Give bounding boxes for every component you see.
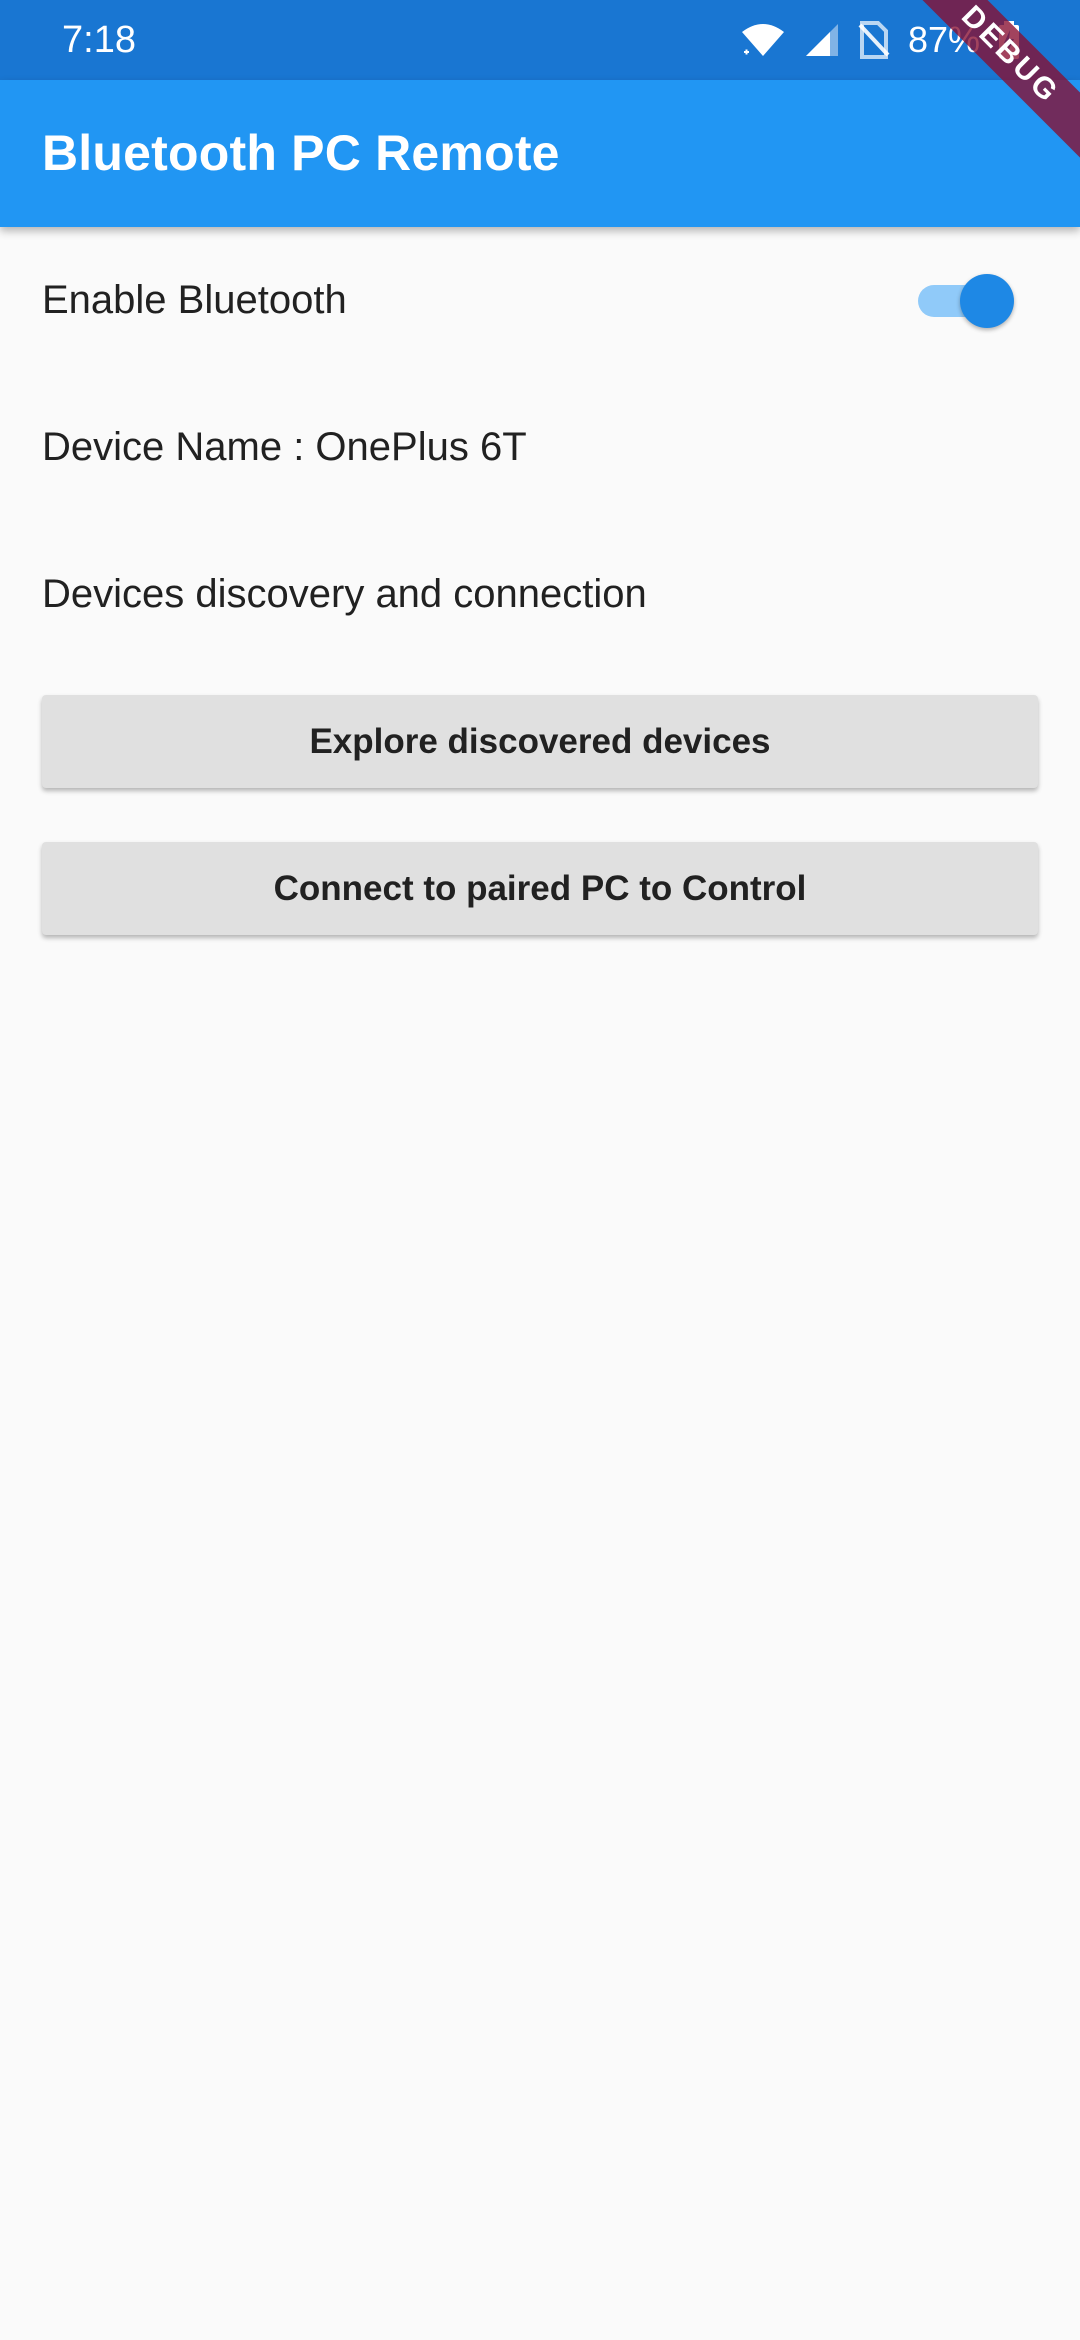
app-bar: Bluetooth PC Remote <box>0 80 1080 227</box>
explore-devices-button[interactable]: Explore discovered devices <box>42 695 1038 788</box>
no-sim-icon <box>858 21 890 59</box>
discovery-section-label: Devices discovery and connection <box>42 572 647 616</box>
wifi-icon <box>740 22 786 58</box>
signal-icon <box>804 22 840 58</box>
bluetooth-toggle[interactable] <box>916 272 1016 328</box>
toggle-thumb <box>960 274 1014 328</box>
page-title: Bluetooth PC Remote <box>42 125 560 181</box>
enable-bluetooth-label: Enable Bluetooth <box>42 278 347 322</box>
connect-paired-pc-button[interactable]: Connect to paired PC to Control <box>42 842 1038 935</box>
status-time: 7:18 <box>62 19 136 61</box>
device-name-label: Device Name : OnePlus 6T <box>42 425 527 469</box>
status-bar: 7:18 87% <box>0 0 1080 80</box>
